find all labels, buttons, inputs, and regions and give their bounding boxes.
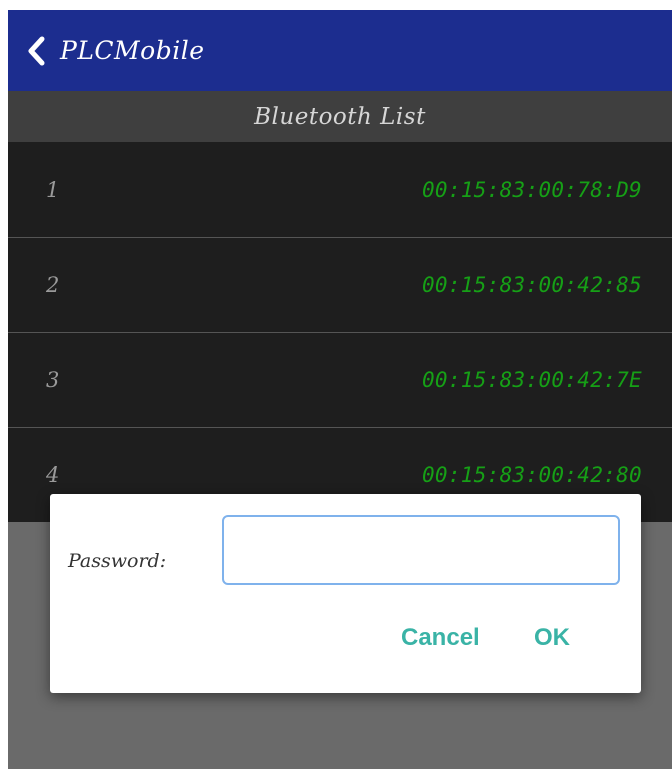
- back-button[interactable]: [8, 10, 64, 91]
- device-index: 4: [46, 463, 60, 487]
- password-label: Password:: [68, 550, 167, 572]
- password-input[interactable]: [222, 515, 620, 585]
- device-mac-address: 00:15:83:00:42:80: [421, 463, 642, 487]
- device-mac-address: 00:15:83:00:78:D9: [421, 177, 642, 202]
- app-title: PLCMobile: [60, 36, 205, 65]
- app-bar: PLCMobile: [8, 10, 672, 91]
- device-mac-address: 00:15:83:00:42:7E: [421, 368, 642, 392]
- ok-button[interactable]: OK: [534, 624, 570, 652]
- app-screen: PLCMobile Bluetooth List 1 00:15:83:00:7…: [8, 10, 672, 769]
- device-index: 1: [46, 177, 60, 202]
- device-mac-address: 00:15:83:00:42:85: [421, 273, 642, 297]
- cancel-button[interactable]: Cancel: [401, 624, 480, 652]
- device-row-2[interactable]: 2 00:15:83:00:42:85: [8, 237, 672, 332]
- device-row-1[interactable]: 1 00:15:83:00:78:D9: [8, 142, 672, 237]
- bluetooth-device-list: 1 00:15:83:00:78:D9 2 00:15:83:00:42:85 …: [8, 142, 672, 522]
- device-index: 2: [46, 273, 60, 297]
- device-row-3[interactable]: 3 00:15:83:00:42:7E: [8, 332, 672, 427]
- list-header: Bluetooth List: [8, 91, 672, 142]
- chevron-left-icon: [26, 36, 46, 66]
- password-dialog: Password: Cancel OK: [50, 494, 641, 693]
- device-index: 3: [46, 368, 60, 392]
